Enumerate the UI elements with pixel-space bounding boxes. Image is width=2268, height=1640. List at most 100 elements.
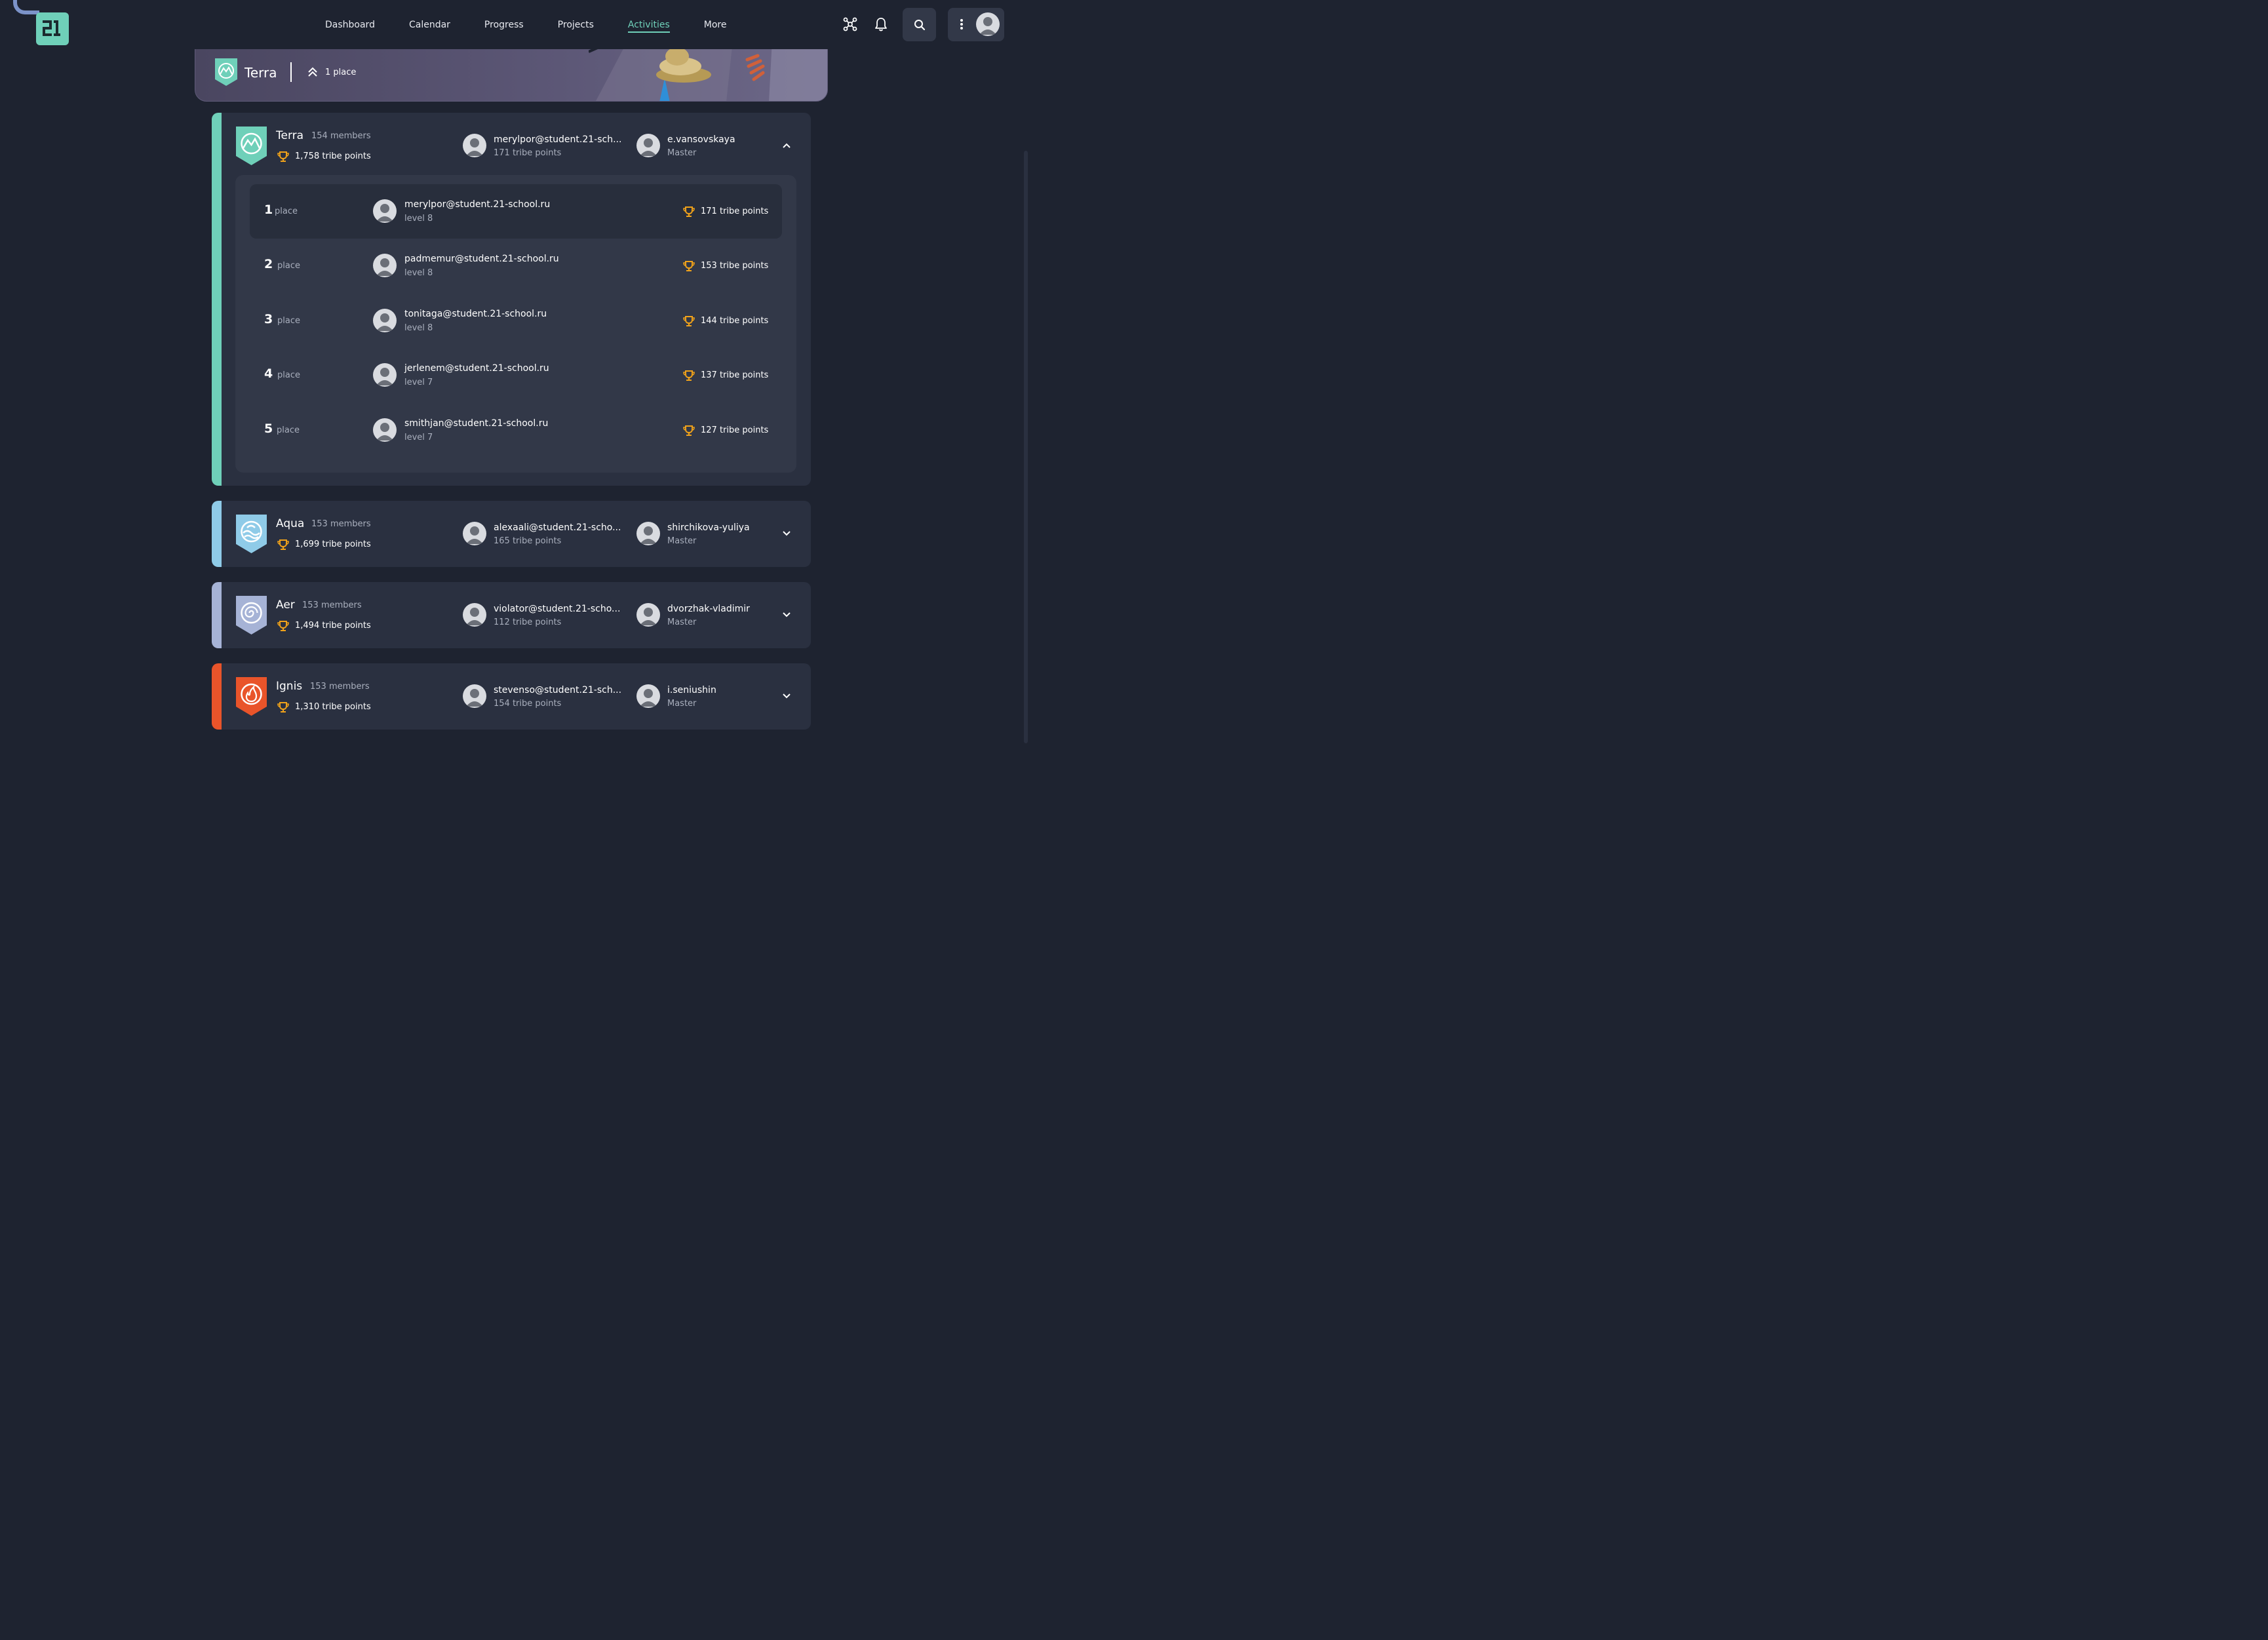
top-member-points: 112 tribe points (494, 617, 562, 627)
avatar[interactable] (463, 522, 486, 545)
nav-progress[interactable]: Progress (467, 14, 541, 35)
rank-label: place (277, 370, 300, 380)
trophy-icon (683, 425, 695, 436)
tribe-members: 153 members (310, 682, 370, 692)
main-nav: Dashboard Calendar Progress Projects Act… (308, 14, 743, 35)
member-points: 137 tribe points (701, 370, 769, 380)
school-21-logo-icon (43, 20, 60, 36)
member-points: 153 tribe points (701, 261, 769, 271)
table-row[interactable]: 4 place jerlenem@student.21-school.ru le… (250, 348, 782, 402)
page-scrollbar[interactable] (1024, 151, 1028, 743)
tribe-master-name[interactable]: shirchikova-yuliya (667, 522, 772, 533)
tribe-master-name[interactable]: e.vansovskaya (667, 134, 772, 145)
member-level: level 7 (404, 433, 433, 442)
tribe-header[interactable]: Aer 153 members 1,494 tribe points viola… (212, 582, 811, 648)
avatar[interactable] (636, 134, 660, 157)
avatar[interactable] (373, 199, 397, 223)
top-member-name[interactable]: merylpor@student.21-sch... (494, 134, 625, 145)
tribe-card-aqua: Aqua 153 members 1,699 tribe points alex… (212, 501, 811, 567)
trophy-icon (683, 316, 695, 326)
nav-more[interactable]: More (687, 14, 744, 35)
tribe-master-role: Master (667, 536, 697, 546)
top-member-name[interactable]: alexaali@student.21-scho... (494, 522, 625, 533)
bell-icon[interactable] (870, 13, 892, 35)
avatar[interactable] (636, 684, 660, 708)
tribe-master-role: Master (667, 148, 697, 158)
search-button[interactable] (903, 8, 936, 41)
avatar[interactable] (636, 522, 660, 545)
rank-number: 1 (264, 203, 273, 217)
member-login[interactable]: jerlenem@student.21-school.ru (404, 363, 549, 374)
top-member-points: 154 tribe points (494, 699, 562, 709)
tribe-card-ignis: Ignis 153 members 1,310 tribe points ste… (212, 663, 811, 730)
tribe-card-aer: Aer 153 members 1,494 tribe points viola… (212, 582, 811, 648)
nav-dashboard[interactable]: Dashboard (308, 14, 392, 35)
tribe-master-name[interactable]: i.seniushin (667, 685, 772, 695)
top-member-points: 165 tribe points (494, 536, 562, 546)
tribe-leaderboard: 1 place merylpor@student.21-school.ru le… (235, 175, 796, 473)
avatar[interactable] (373, 363, 397, 387)
member-points: 127 tribe points (701, 425, 769, 435)
table-row[interactable]: 2 place padmemur@student.21-school.ru le… (250, 239, 782, 293)
tribe-header[interactable]: Ignis 153 members 1,310 tribe points ste… (212, 663, 811, 730)
avatar[interactable] (463, 603, 486, 627)
member-login[interactable]: smithjan@student.21-school.ru (404, 418, 548, 429)
banner-illustration (589, 40, 827, 101)
tribe-points: 1,494 tribe points (295, 621, 371, 631)
more-vertical-icon (960, 19, 963, 29)
rank-label: place (277, 261, 300, 271)
trophy-icon (277, 151, 289, 162)
avatar[interactable] (463, 134, 486, 157)
banner-divider (290, 62, 292, 82)
top-member-name[interactable]: violator@student.21-scho... (494, 604, 625, 614)
tribe-header[interactable]: Aqua 153 members 1,699 tribe points alex… (212, 501, 811, 567)
trophy-icon (277, 621, 289, 631)
rank-label: place (275, 206, 298, 216)
avatar[interactable] (636, 603, 660, 627)
chevron-down-icon[interactable] (781, 691, 792, 701)
avatar[interactable] (373, 254, 397, 277)
aqua-shield-icon (236, 515, 267, 553)
chevron-down-icon[interactable] (781, 528, 792, 539)
avatar[interactable] (373, 309, 397, 332)
tribe-name: Ignis (276, 680, 303, 693)
member-level: level 8 (404, 268, 433, 278)
tribe-members: 153 members (302, 600, 362, 610)
avatar[interactable] (463, 684, 486, 708)
tribe-members: 153 members (311, 519, 371, 529)
chevron-down-icon[interactable] (781, 610, 792, 620)
tribe-master-role: Master (667, 699, 697, 709)
rank-number: 3 (264, 312, 273, 326)
nav-projects[interactable]: Projects (541, 14, 611, 35)
top-member-name[interactable]: stevenso@student.21-sch... (494, 685, 625, 695)
member-login[interactable]: merylpor@student.21-school.ru (404, 199, 550, 210)
logo[interactable] (36, 12, 69, 45)
tribe-points: 1,758 tribe points (295, 151, 371, 161)
tribe-card-terra: Terra 154 members 1,758 tribe points mer… (212, 113, 811, 486)
tribe-header[interactable]: Terra 154 members 1,758 tribe points mer… (212, 113, 811, 180)
nav-activities[interactable]: Activities (611, 14, 687, 35)
avatar[interactable] (373, 418, 397, 442)
member-login[interactable]: padmemur@student.21-school.ru (404, 254, 559, 264)
graph-icon[interactable] (839, 13, 861, 35)
rank-label: place (277, 316, 300, 326)
avatar (976, 12, 1000, 36)
nav-calendar[interactable]: Calendar (392, 14, 467, 35)
tribe-master-role: Master (667, 617, 697, 627)
chevron-up-icon[interactable] (781, 140, 792, 151)
member-level: level 8 (404, 323, 433, 333)
trophy-icon (683, 370, 695, 381)
tribe-points: 1,699 tribe points (295, 539, 371, 549)
terra-shield-icon (215, 58, 237, 86)
tribe-points: 1,310 tribe points (295, 702, 371, 712)
table-row[interactable]: 3 place tonitaga@student.21-school.ru le… (250, 294, 782, 348)
table-row[interactable]: 5 place smithjan@student.21-school.ru le… (250, 403, 782, 458)
banner-tribe-name: Terra (244, 65, 277, 81)
tribe-master-name[interactable]: dvorzhak-vladimir (667, 604, 772, 614)
tribe-name: Aqua (276, 517, 305, 530)
member-level: level 8 (404, 214, 433, 224)
member-login[interactable]: tonitaga@student.21-school.ru (404, 309, 547, 319)
table-row[interactable]: 1 place merylpor@student.21-school.ru le… (250, 184, 782, 239)
ignis-shield-icon (236, 677, 267, 716)
profile-menu-button[interactable] (948, 8, 1004, 41)
